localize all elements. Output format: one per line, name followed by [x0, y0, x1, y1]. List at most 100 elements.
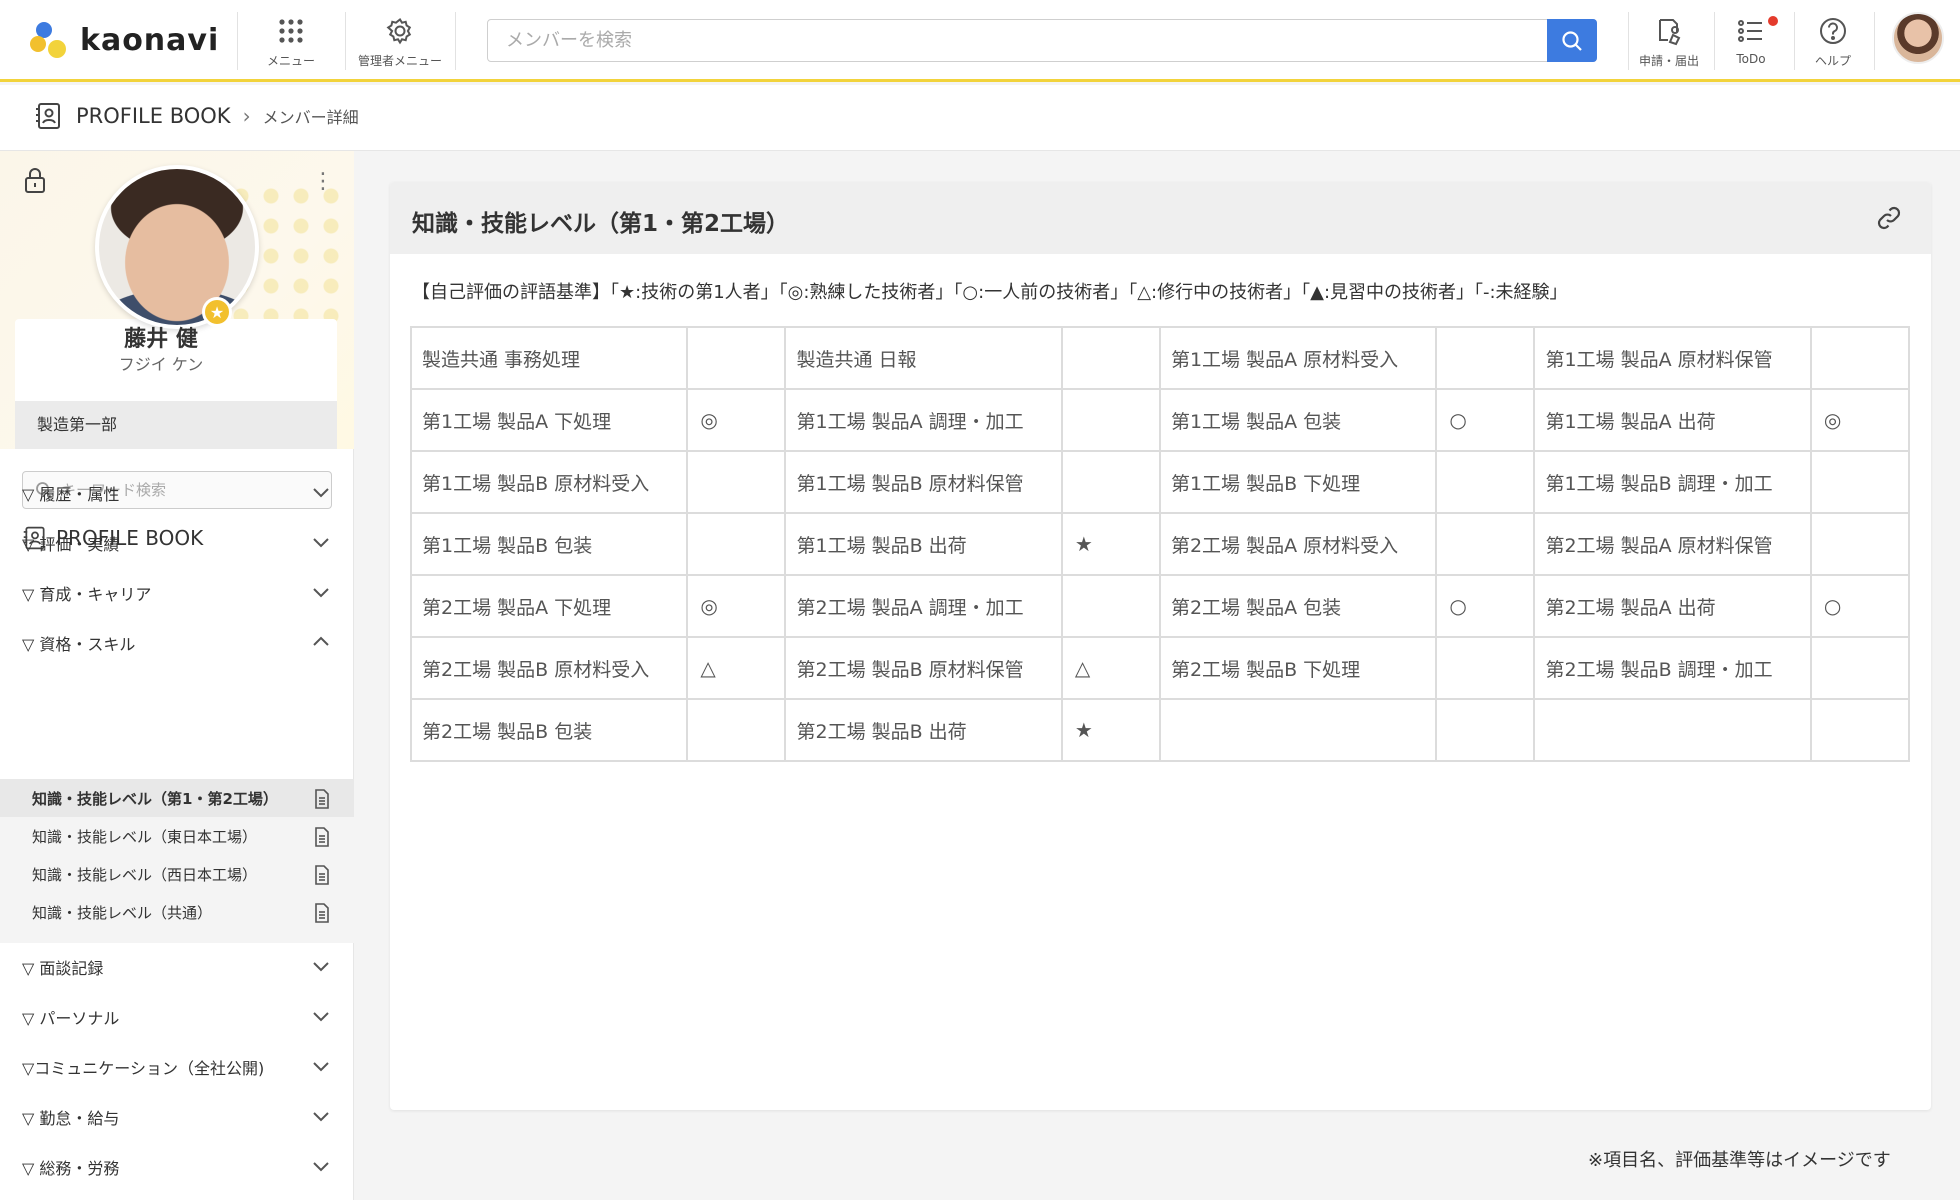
skill-name: 第1工場 製品B 下処理 [1158, 450, 1438, 514]
document-icon [315, 789, 329, 809]
table-row: 第1工場 製品A 下処理 ◎ 第1工場 製品A 調理・加工 第1工場 製品A 包装… [409, 388, 1911, 452]
top-bar: kaonavi メニュー 管理者メニュー 申請・届出 ToDo [0, 0, 1960, 82]
sidebar-section-label: ▽ 育成・キャリア [22, 585, 152, 604]
profile-department: 製造第一部 [15, 401, 337, 449]
todo-notification-badge [1766, 14, 1780, 28]
sidebar-item-label: 知識・技能レベル（共通） [32, 903, 213, 922]
skill-name: 第1工場 製品A 包装 [1158, 388, 1438, 452]
sidebar-section-history[interactable]: ▽ 履歴・属性 [0, 468, 354, 518]
skill-level-card: 知識・技能レベル（第1・第2工場） 【自己評価の評語基準】「★:技術の第1人者」… [390, 182, 1931, 1110]
sidebar-section-skills[interactable]: ▽ 資格・スキル [0, 618, 354, 668]
table-row: 第2工場 製品A 下処理 ◎ 第2工場 製品A 調理・加工 第2工場 製品A 包装… [409, 574, 1911, 638]
chevron-up-icon [313, 636, 329, 646]
skill-mark [1809, 698, 1911, 762]
search-button[interactable] [1547, 19, 1597, 62]
skill-mark [1809, 450, 1911, 514]
sidebar-item-skills-common[interactable]: 知識・技能レベル（共通） [0, 893, 354, 931]
member-search [487, 19, 1597, 62]
profile-kana: フジイ ケン [118, 355, 204, 374]
skill-name: 第2工場 製品B 下処理 [1158, 636, 1438, 700]
sidebar-section-interviews[interactable]: ▽ 面談記録 [0, 942, 354, 992]
skill-mark: △ [1060, 636, 1161, 700]
table-row: 製造共通 事務処理 製造共通 日報 第1工場 製品A 原材料受入 第1工場 製品… [409, 326, 1911, 390]
link-icon[interactable] [1875, 204, 1903, 236]
skill-mark [1809, 512, 1911, 576]
skill-name: 第1工場 製品B 調理・加工 [1533, 450, 1812, 514]
evaluation-legend: 【自己評価の評語基準】「★:技術の第1人者」「◎:熟練した技術者」「○:一人前の… [412, 282, 1568, 303]
skill-name: 第2工場 製品A 下処理 [409, 574, 689, 638]
profile-header: ⋮ ★ 藤井 健 フジイ ケン 製造第一部 [0, 151, 354, 449]
card-title: 知識・技能レベル（第1・第2工場） [412, 211, 790, 237]
document-icon [315, 865, 329, 885]
skill-name: 第2工場 製品B 出荷 [784, 698, 1063, 762]
member-search-input[interactable] [488, 20, 1538, 61]
table-row: 第1工場 製品B 包装 第1工場 製品B 出荷 ★ 第2工場 製品A 原材料受入 … [409, 512, 1911, 576]
grid-icon [274, 14, 308, 48]
admin-menu-label: 管理者メニュー [357, 54, 442, 68]
skill-name: 第2工場 製品A 調理・加工 [784, 574, 1063, 638]
skill-mark [1435, 326, 1536, 390]
chevron-down-icon [313, 1012, 329, 1022]
sidebar-item-label: 知識・技能レベル（西日本工場） [32, 865, 258, 884]
skill-mark: ◎ [686, 388, 787, 452]
kaonavi-logo[interactable]: kaonavi [30, 20, 219, 60]
sidebar-section-attendance[interactable]: ▽ 勤怠・給与 [0, 1092, 354, 1142]
skill-name: 第1工場 製品B 原材料受入 [409, 450, 689, 514]
skill-mark: ★ [1060, 512, 1161, 576]
table-row: 第2工場 製品B 原材料受入 △ 第2工場 製品B 原材料保管 △ 第2工場 製品B… [409, 636, 1911, 700]
sidebar-section-general-affairs[interactable]: ▽ 総務・労務 [0, 1142, 354, 1192]
sidebar-section-career[interactable]: ▽ 育成・キャリア [0, 568, 354, 618]
skill-name: 第2工場 製品B 包装 [409, 698, 689, 762]
menu-button[interactable]: メニュー [241, 14, 341, 72]
skill-name: 第1工場 製品A 調理・加工 [784, 388, 1063, 452]
skill-mark: ◎ [686, 574, 787, 638]
skill-mark [686, 512, 787, 576]
help-label: ヘルプ [1814, 54, 1851, 68]
skill-name: 第1工場 製品A 原材料保管 [1533, 326, 1812, 390]
skill-mark [1060, 326, 1161, 390]
user-avatar[interactable] [1892, 12, 1944, 64]
profile-book-icon [36, 103, 60, 129]
skill-mark [1060, 450, 1161, 514]
sidebar-section-label: ▽ 面談記録 [22, 959, 104, 978]
profile-photo [95, 165, 259, 329]
sidebar-item-skills-west[interactable]: 知識・技能レベル（西日本工場） [0, 855, 354, 893]
footer-note: ※項目名、評価基準等はイメージです [1588, 1150, 1891, 1171]
request-form-icon [1652, 14, 1686, 48]
skill-name: 第2工場 製品A 原材料受入 [1158, 512, 1438, 576]
skill-name: 第2工場 製品B 原材料保管 [784, 636, 1063, 700]
sidebar-item-skills-east[interactable]: 知識・技能レベル（東日本工場） [0, 817, 354, 855]
skill-name: 第2工場 製品A 原材料保管 [1533, 512, 1812, 576]
skill-mark: ◎ [1809, 388, 1911, 452]
skill-mark [1435, 698, 1536, 762]
help-button[interactable]: ヘルプ [1783, 14, 1883, 72]
skill-name: 第1工場 製品A 下処理 [409, 388, 689, 452]
document-icon [315, 827, 329, 847]
sidebar-section-personal[interactable]: ▽ パーソナル [0, 992, 354, 1042]
breadcrumb-root-link[interactable]: PROFILE BOOK [76, 104, 231, 128]
todo-list-icon [1734, 14, 1768, 48]
todo-label: ToDo [1736, 52, 1766, 66]
profile-name: 藤井 健 [124, 327, 198, 352]
sidebar-item-skills-factory12[interactable]: 知識・技能レベル（第1・第2工場） [0, 779, 354, 817]
sidebar-section-communication[interactable]: ▽コミュニケーション（全社公開) [0, 1042, 354, 1092]
more-options-icon[interactable]: ⋮ [312, 169, 334, 194]
gear-icon [383, 14, 417, 48]
skill-mark: ○ [1435, 388, 1536, 452]
skill-mark [1809, 326, 1911, 390]
skill-name [1533, 698, 1812, 762]
skills-submenu: 知識・技能レベル（第1・第2工場） 知識・技能レベル（東日本工場） 知識・技能レ… [0, 779, 354, 943]
search-icon [1562, 30, 1582, 51]
admin-menu-button[interactable]: 管理者メニュー [350, 14, 450, 72]
lock-icon[interactable] [22, 167, 48, 199]
skill-mark [686, 450, 787, 514]
skill-name: 第2工場 製品A 出荷 [1533, 574, 1812, 638]
help-icon [1816, 14, 1850, 48]
skill-mark: △ [686, 636, 787, 700]
sidebar-item-label: 知識・技能レベル（東日本工場） [32, 827, 258, 846]
sidebar-section-evaluation[interactable]: ▽ 評価・実績 [0, 518, 354, 568]
table-row: 第2工場 製品B 包装 第2工場 製品B 出荷 ★ [409, 698, 1911, 762]
menu-label: メニュー [266, 54, 315, 68]
sidebar: ⋮ ★ 藤井 健 フジイ ケン 製造第一部 PROFILE BOOK ▽ 履歴・… [0, 151, 354, 1200]
document-icon [315, 903, 329, 923]
